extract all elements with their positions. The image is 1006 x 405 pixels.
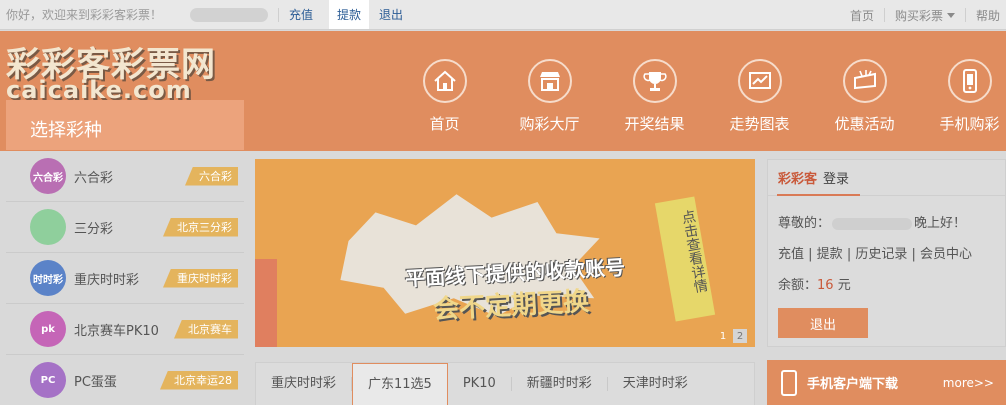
lottery-tag: 北京三分彩 bbox=[163, 217, 238, 237]
chevron-down-icon bbox=[946, 12, 955, 18]
site-header: 彩彩客彩票网 caicaike.com 选择彩种 首页 购彩大厅 开奖结果 走势… bbox=[0, 31, 1006, 151]
nav-mobile-purchase[interactable]: 手机购彩 bbox=[917, 59, 1006, 134]
balance-label: 余额： bbox=[778, 278, 818, 293]
store-icon bbox=[527, 59, 572, 103]
lottery-item-pk10[interactable]: pk 北京赛车PK10 北京赛车 bbox=[6, 304, 244, 355]
nav-label: 首页 bbox=[429, 115, 460, 133]
lottery-tag: 北京赛车 bbox=[174, 319, 238, 339]
logout-button[interactable]: 退出 bbox=[778, 308, 868, 338]
top-right-nav: 首页 购买彩票 帮助 bbox=[850, 0, 1000, 30]
tab-guangdong-11x5[interactable]: 广东11选5 bbox=[352, 362, 448, 405]
tab-tianjin[interactable]: 天津时时彩 bbox=[608, 377, 703, 391]
lottery-ball-icon: 六合彩 bbox=[30, 158, 66, 194]
logout-link[interactable]: 退出 bbox=[379, 6, 403, 23]
nav-promotions[interactable]: 优惠活动 bbox=[812, 59, 917, 134]
buy-lottery-label: 购买彩票 bbox=[894, 8, 943, 23]
banner-decoration bbox=[255, 259, 277, 347]
nav-label: 优惠活动 bbox=[834, 115, 895, 133]
lottery-name: 三分彩 bbox=[74, 221, 114, 237]
ball-text: PC bbox=[40, 374, 56, 386]
buy-lottery-dropdown[interactable]: 购买彩票 bbox=[895, 7, 955, 24]
username-blurred bbox=[190, 7, 269, 22]
help-link[interactable]: 帮助 bbox=[976, 7, 1000, 24]
mobile-icon bbox=[947, 59, 992, 103]
lottery-name: 北京赛车PK10 bbox=[74, 323, 159, 339]
nav-trend-charts[interactable]: 走势图表 bbox=[707, 59, 812, 134]
balance-value: 16 bbox=[817, 278, 834, 293]
user-panel-header: 彩彩客 登录 bbox=[768, 160, 1005, 196]
greeting-suffix: 晚上好！ bbox=[914, 216, 967, 231]
divider bbox=[278, 7, 280, 22]
nav-home[interactable]: 首页 bbox=[392, 59, 497, 134]
ball-text: 六合彩 bbox=[33, 172, 63, 184]
nav-label: 开奖结果 bbox=[624, 115, 685, 133]
member-center-link[interactable]: 会员中心 bbox=[920, 247, 972, 262]
login-link[interactable]: 登录 bbox=[823, 168, 849, 187]
ball-text: 时时彩 bbox=[33, 274, 63, 286]
lottery-item-pcdandan[interactable]: PC PC蛋蛋 北京幸运28 bbox=[6, 355, 244, 405]
recharge-link[interactable]: 充值 bbox=[778, 247, 804, 262]
user-links: 充值 | 提款 | 历史记录 | 会员中心 bbox=[778, 247, 973, 262]
lottery-name: 六合彩 bbox=[74, 170, 114, 186]
home-link[interactable]: 首页 bbox=[850, 7, 874, 24]
banner-page-1[interactable]: 1 bbox=[716, 329, 730, 343]
divider bbox=[883, 8, 885, 22]
lottery-item-liuhecai[interactable]: 六合彩 六合彩 六合彩 bbox=[6, 151, 244, 202]
lottery-ball-icon: PC bbox=[30, 362, 66, 398]
username-blurred bbox=[832, 217, 913, 230]
select-lottery-type[interactable]: 选择彩种 bbox=[6, 100, 244, 150]
user-greeting: 尊敬的： 晚上好！ bbox=[778, 212, 966, 231]
history-link[interactable]: 历史记录 bbox=[855, 247, 907, 262]
tab-pk10[interactable]: PK10 bbox=[448, 377, 512, 391]
lottery-name: PC蛋蛋 bbox=[74, 374, 117, 390]
lottery-ball-icon bbox=[30, 209, 66, 245]
recharge-link[interactable]: 充值 bbox=[289, 6, 313, 23]
welcome-text: 你好，欢迎来到彩彩客彩票！ bbox=[6, 8, 163, 22]
balance-unit: 元 bbox=[837, 278, 851, 293]
user-panel: 彩彩客 登录 尊敬的： 晚上好！ 充值 | 提款 | 历史记录 | 会员中心 余额… bbox=[767, 159, 1006, 347]
header-underline bbox=[777, 194, 860, 196]
balance: 余额：16 元 bbox=[778, 274, 851, 293]
main-nav: 首页 购彩大厅 开奖结果 走势图表 优惠活动 手机购彩 bbox=[392, 59, 1006, 134]
greeting-prefix: 尊敬的： bbox=[778, 216, 831, 231]
ball-text: pk bbox=[41, 323, 55, 335]
top-bar: 你好，欢迎来到彩彩客彩票！ 充值 提款 退出 首页 购买彩票 帮助 bbox=[0, 0, 1006, 30]
brand-label: 彩彩客 bbox=[778, 172, 818, 187]
nav-label: 走势图表 bbox=[729, 115, 790, 133]
divider bbox=[964, 8, 966, 22]
promo-icon bbox=[842, 59, 887, 103]
lottery-list: 六合彩 六合彩 六合彩 三分彩 北京三分彩 时时彩 重庆时时彩 重庆时时彩 pk… bbox=[6, 151, 244, 405]
lottery-ball-icon: 时时彩 bbox=[30, 260, 66, 296]
lottery-tabs: 重庆时时彩 广东11选5 PK10 新疆时时彩 天津时时彩 bbox=[255, 362, 755, 405]
nav-lottery-hall[interactable]: 购彩大厅 bbox=[497, 59, 602, 134]
phone-icon bbox=[781, 369, 797, 396]
app-download-label: 手机客户端下载 bbox=[807, 377, 899, 392]
banner-pager: 1 2 bbox=[716, 329, 747, 343]
banner-page-2[interactable]: 2 bbox=[733, 329, 747, 343]
nav-draw-results[interactable]: 开奖结果 bbox=[602, 59, 707, 134]
trophy-icon bbox=[632, 59, 677, 103]
lottery-item-chongqing[interactable]: 时时彩 重庆时时彩 重庆时时彩 bbox=[6, 253, 244, 304]
nav-label: 手机购彩 bbox=[939, 115, 1000, 133]
tab-chongqing[interactable]: 重庆时时彩 bbox=[256, 377, 353, 391]
app-download-bar[interactable]: 手机客户端下载 more>> bbox=[767, 360, 1006, 405]
promo-banner[interactable]: 平面线下提供的收款账号 会不定期更换 点击查看详情 1 2 bbox=[255, 159, 755, 347]
lottery-name: 重庆时时彩 bbox=[74, 272, 140, 288]
home-icon bbox=[422, 59, 467, 103]
lottery-tag: 重庆时时彩 bbox=[163, 268, 238, 288]
nav-label: 购彩大厅 bbox=[519, 115, 580, 133]
lottery-ball-icon: pk bbox=[30, 311, 66, 347]
tab-xinjiang[interactable]: 新疆时时彩 bbox=[512, 377, 608, 391]
banner-subheadline: 会不定期更换 bbox=[432, 286, 590, 326]
lottery-tag: 北京幸运28 bbox=[160, 370, 238, 390]
more-link[interactable]: more>> bbox=[943, 376, 994, 390]
lottery-tag: 六合彩 bbox=[185, 166, 238, 186]
banner-details-tag[interactable]: 点击查看详情 bbox=[654, 196, 716, 322]
withdraw-link[interactable]: 提款 bbox=[817, 247, 843, 262]
chart-icon bbox=[737, 59, 782, 103]
lottery-item-sanfencai[interactable]: 三分彩 北京三分彩 bbox=[6, 202, 244, 253]
withdraw-link[interactable]: 提款 bbox=[329, 0, 370, 29]
